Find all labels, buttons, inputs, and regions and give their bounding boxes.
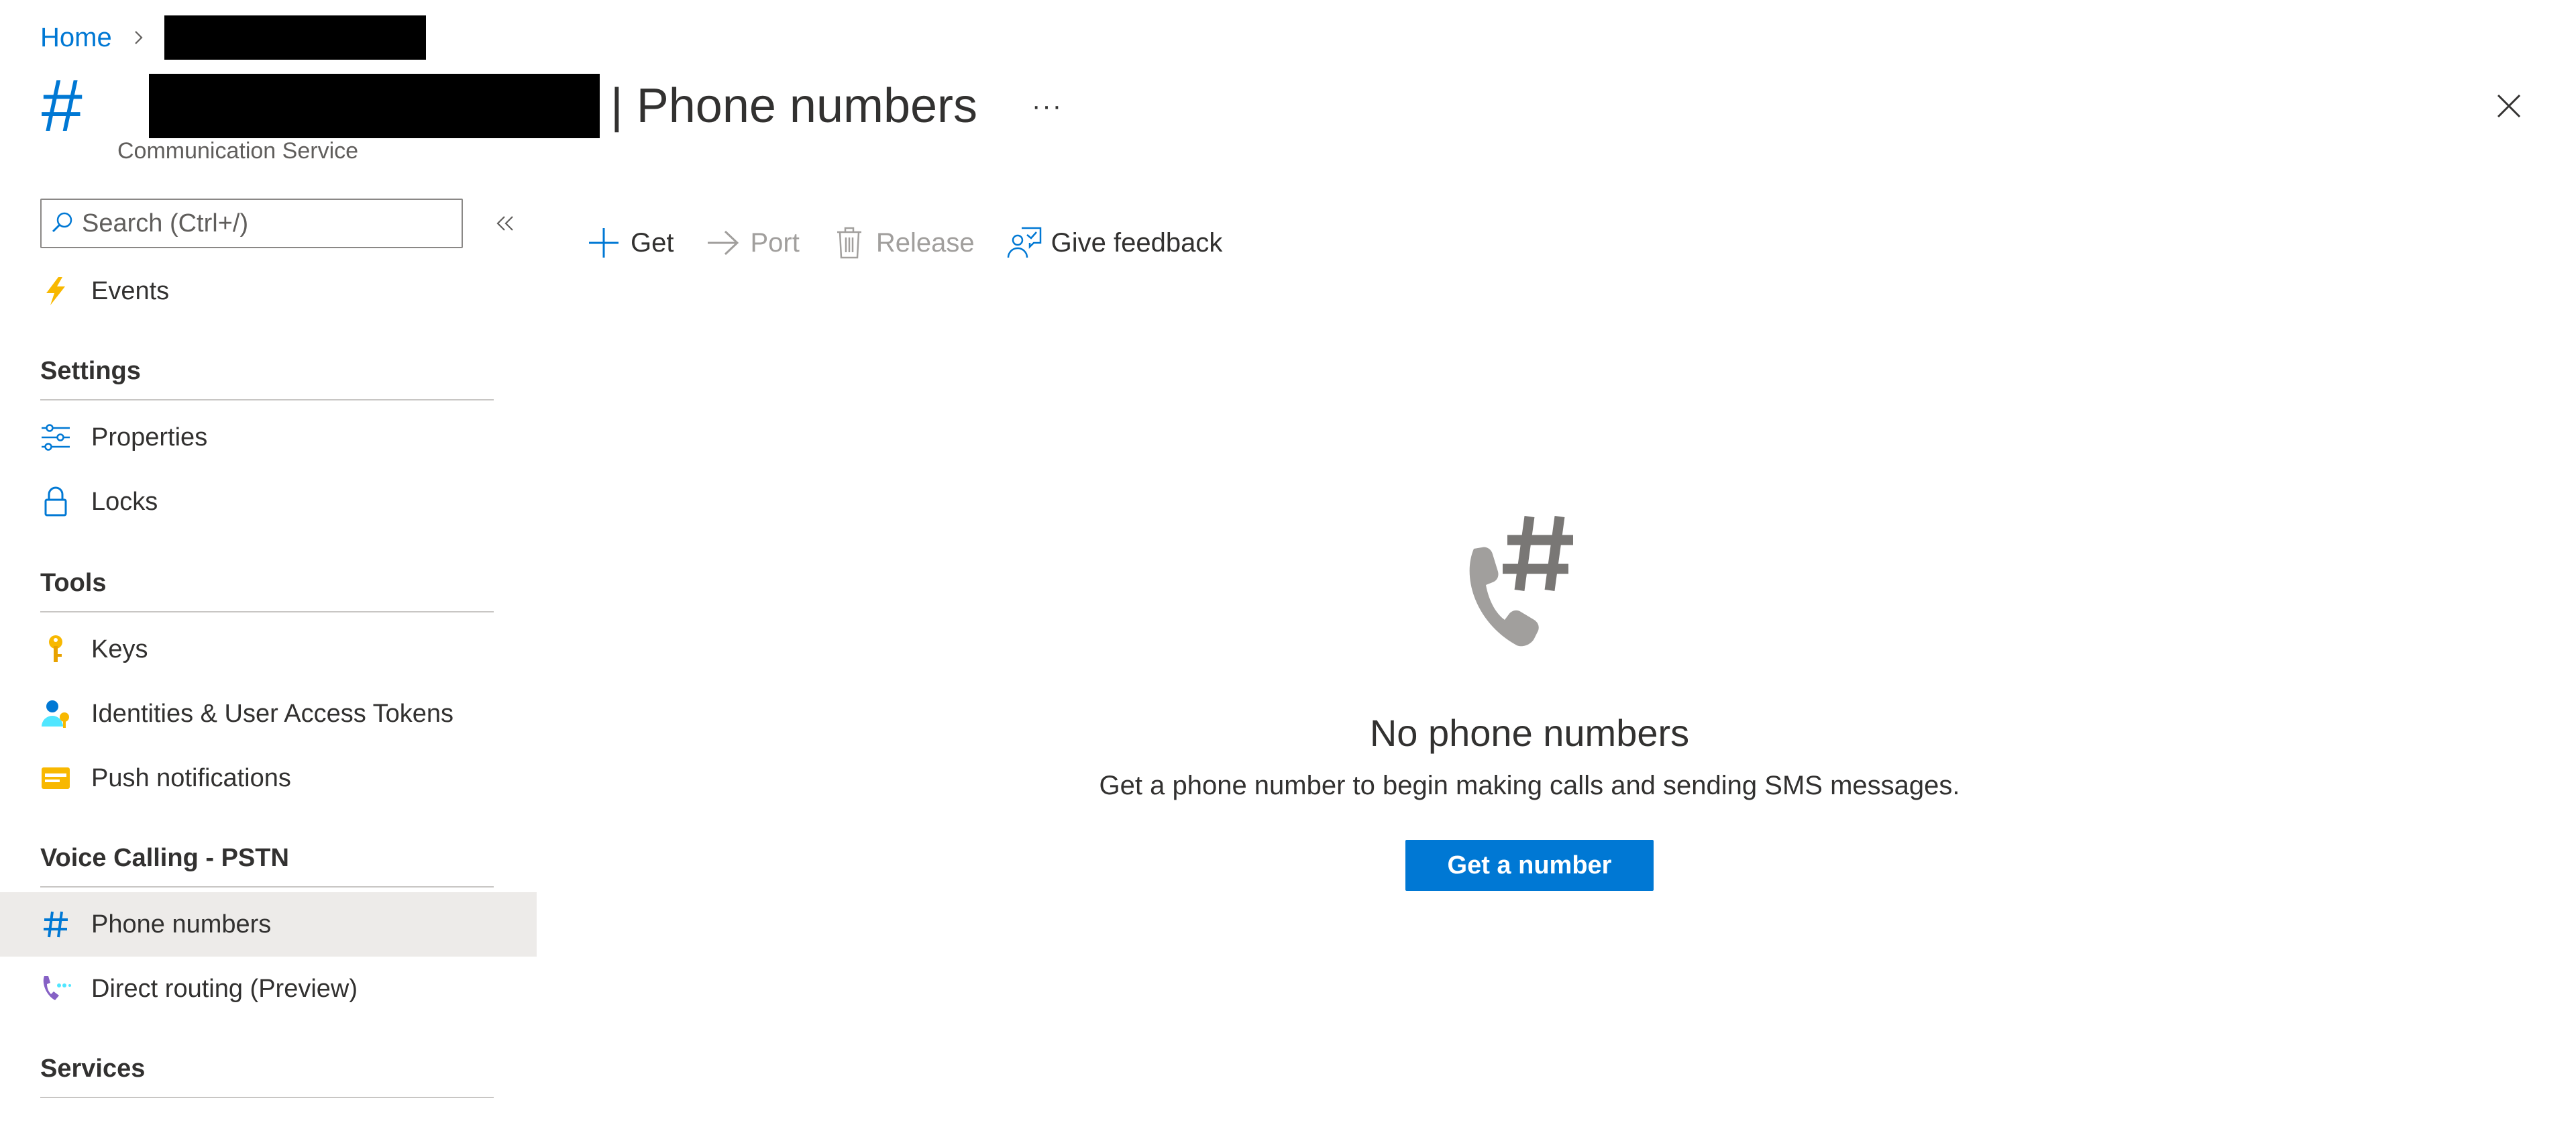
feedback-icon [1004, 223, 1044, 263]
more-options-button[interactable]: ··· [1027, 91, 1067, 121]
sidebar-item-label: Locks [91, 487, 158, 516]
command-bar: Get Port Release Give feedback [584, 219, 1252, 267]
hash-icon: # [40, 64, 82, 147]
release-button[interactable]: Release [829, 223, 975, 263]
phone-routing-icon [40, 973, 71, 1004]
sidebar-item-properties[interactable]: Properties [0, 405, 537, 470]
sidebar-item-keys[interactable]: Keys [0, 617, 537, 682]
sidebar-item-label: Push notifications [91, 763, 291, 792]
key-icon [40, 634, 71, 665]
search-icon [51, 211, 74, 237]
empty-state: No phone numbers Get a phone number to b… [1060, 510, 1999, 891]
sidebar-item-label: Direct routing (Preview) [91, 974, 358, 1003]
plus-icon [584, 223, 624, 263]
lock-icon [40, 486, 71, 517]
notification-card-icon [40, 763, 71, 794]
page-title: | Phone numbers [610, 79, 978, 133]
get-a-number-button[interactable]: Get a number [1405, 840, 1654, 891]
lightning-icon [40, 276, 71, 307]
close-button[interactable] [2489, 86, 2529, 126]
sidebar-item-phone-numbers[interactable]: Phone numbers [0, 892, 537, 957]
sidebar-section-voice-calling: Voice Calling - PSTN [40, 844, 494, 888]
give-feedback-button[interactable]: Give feedback [1004, 223, 1223, 263]
port-button-label: Port [750, 227, 800, 258]
collapse-sidebar-button[interactable] [488, 207, 522, 240]
get-button[interactable]: Get [584, 223, 674, 263]
redacted-resource-name[interactable] [164, 15, 426, 60]
page-header: # | Phone numbers ··· [40, 64, 1067, 147]
user-key-icon [40, 698, 71, 729]
sidebar-item-locks[interactable]: Locks [0, 470, 537, 534]
sidebar-section-settings: Settings [40, 357, 494, 400]
trash-icon [829, 223, 869, 263]
sidebar-section-tools: Tools [40, 569, 494, 612]
redacted-resource-title [149, 74, 600, 138]
get-button-label: Get [631, 227, 674, 258]
sidebar-item-label: Properties [91, 423, 208, 451]
release-button-label: Release [875, 227, 975, 258]
arrow-right-icon [703, 223, 743, 263]
search-input[interactable] [82, 209, 444, 238]
double-chevron-left-icon [496, 216, 513, 231]
sidebar-item-label: Events [91, 276, 170, 305]
breadcrumb-home-link[interactable]: Home [40, 23, 112, 53]
chevron-right-icon [125, 24, 152, 51]
close-icon [2497, 94, 2521, 118]
empty-state-description: Get a phone number to begin making calls… [1099, 771, 1960, 800]
sidebar-item-events[interactable]: Events [0, 259, 537, 323]
port-button[interactable]: Port [703, 223, 800, 263]
phone-hash-icon [1469, 515, 1573, 647]
breadcrumb: Home [40, 15, 426, 60]
give-feedback-label: Give feedback [1051, 227, 1223, 258]
sidebar-item-label: Identities & User Access Tokens [91, 699, 453, 728]
sidebar-section-services: Services [40, 1055, 494, 1098]
page-subtitle: Communication Service [117, 138, 359, 164]
empty-state-title: No phone numbers [1369, 712, 1690, 754]
sliders-icon [40, 422, 71, 453]
sidebar-item-direct-routing[interactable]: Direct routing (Preview) [0, 957, 537, 1021]
hash-icon [40, 909, 71, 940]
search-box[interactable] [40, 199, 463, 248]
sidebar-item-label: Phone numbers [91, 910, 272, 938]
sidebar-item-push-notifications[interactable]: Push notifications [0, 746, 537, 810]
sidebar-item-label: Keys [91, 635, 148, 663]
sidebar-item-identities[interactable]: Identities & User Access Tokens [0, 682, 537, 746]
